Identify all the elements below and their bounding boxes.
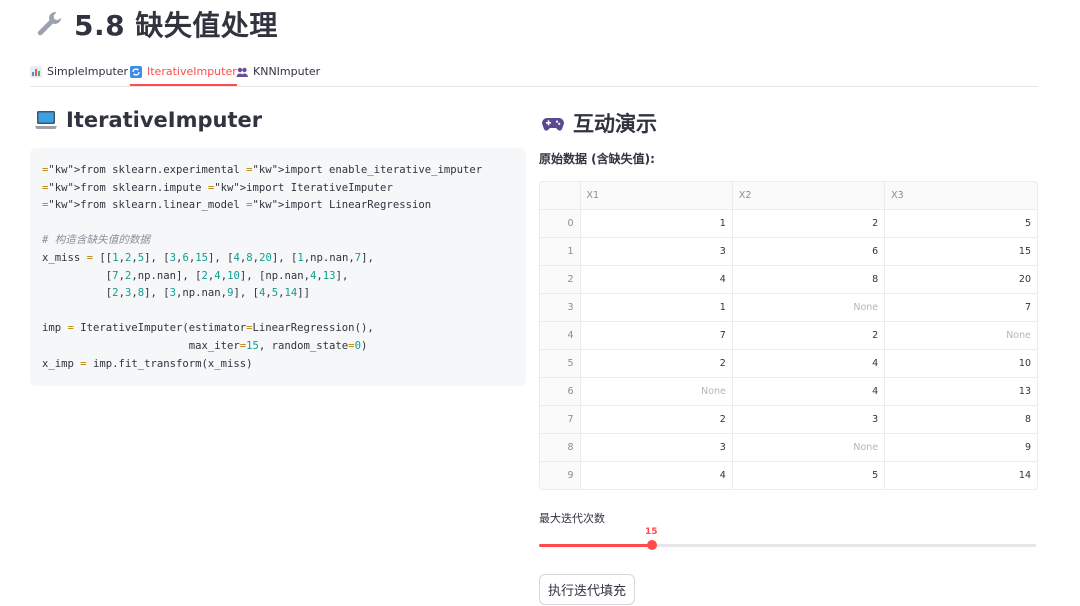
slider-handle[interactable] — [647, 540, 657, 550]
row-index: 3 — [540, 293, 581, 322]
table-cell[interactable]: 6 — [732, 237, 886, 266]
users-icon — [236, 67, 248, 77]
table-cell[interactable]: None — [732, 293, 886, 322]
table-cell[interactable]: 9 — [884, 433, 1037, 462]
tab-bar: SimpleImputer IterativeImputer KNNImpute… — [30, 58, 1038, 87]
row-index: 6 — [540, 377, 581, 406]
table-row: 8 3 None 9 — [540, 433, 1037, 462]
page-title: 5.8 缺失值处理 — [74, 9, 278, 42]
table-cell[interactable]: 10 — [884, 349, 1037, 378]
row-index: 8 — [540, 433, 581, 462]
tab-label: KNNImputer — [253, 65, 321, 78]
table-row: 3 1 None 7 — [540, 293, 1037, 322]
table-cell[interactable]: 4 — [580, 265, 733, 294]
table-cell[interactable]: 3 — [580, 433, 733, 462]
table-cell[interactable]: None — [884, 321, 1037, 350]
right-heading: 互动演示 — [541, 108, 657, 138]
table-cell[interactable]: None — [732, 433, 886, 462]
gamepad-icon — [542, 118, 564, 131]
slider-label: 最大迭代次数 — [539, 512, 605, 525]
tab-iterativeimputer[interactable]: IterativeImputer — [130, 58, 237, 86]
table-cell[interactable]: 2 — [732, 321, 886, 350]
tab-knnimputer[interactable]: KNNImputer — [236, 58, 320, 85]
bar-chart-icon — [30, 65, 42, 78]
table-cell[interactable]: 20 — [884, 265, 1037, 294]
max-iter-slider[interactable] — [539, 540, 1036, 550]
table-row: 7238 — [540, 405, 1037, 434]
table-cell[interactable]: 8 — [732, 265, 886, 294]
table-cell[interactable]: 5 — [732, 461, 886, 489]
table-row: 5 2 4 10 — [540, 349, 1037, 378]
tab-label: SimpleImputer — [47, 65, 129, 78]
section-title: IterativeImputer — [66, 108, 263, 132]
table-header-row: X1 X2 X3 — [540, 182, 1037, 210]
data-label: 原始数据 (含缺失值): — [539, 152, 655, 166]
refresh-icon — [130, 65, 142, 78]
slider-fill — [539, 544, 652, 547]
table-row: 1 3 6 15 — [540, 237, 1037, 266]
page-header: 5.8 缺失值处理 — [34, 4, 278, 44]
row-index: 2 — [540, 265, 581, 294]
row-index: 1 — [540, 237, 581, 266]
table-cell[interactable]: 7 — [580, 321, 733, 350]
table-cell[interactable]: 4 — [732, 377, 886, 406]
table-cell[interactable]: 4 — [580, 461, 733, 489]
table-cell[interactable]: 1 — [580, 293, 733, 322]
table-cell[interactable]: 15 — [884, 237, 1037, 266]
row-index: 5 — [540, 349, 581, 378]
code-text: ="kw">from sklearn.experimental ="kw">im… — [42, 164, 483, 370]
row-index: 9 — [540, 461, 581, 489]
table-row: 9 4 5 14 — [540, 461, 1037, 490]
table-cell[interactable]: 2 — [580, 349, 733, 378]
table-cell[interactable]: 4 — [732, 349, 886, 378]
slider-value: 15 — [645, 527, 658, 537]
column-header[interactable] — [540, 182, 581, 210]
data-table[interactable]: X1 X2 X3 0 1 2 5 1 3 6 15 2 4 8 20 3 1 None 7 4 7 2 None 5 2 4… — [539, 181, 1038, 490]
table-row: 6 None 4 13 — [540, 377, 1037, 406]
table-cell[interactable]: 14 — [885, 462, 1037, 490]
table-cell[interactable]: 2 — [732, 209, 886, 238]
section-title: 互动演示 — [573, 112, 657, 136]
table-cell[interactable]: 5 — [884, 209, 1037, 238]
table-cell[interactable]: 7 — [884, 293, 1037, 322]
wrench-icon — [37, 12, 61, 36]
laptop-icon — [35, 111, 57, 129]
row-index: 7 — [540, 405, 581, 434]
code-block: ="kw">from sklearn.experimental ="kw">im… — [30, 148, 526, 386]
table-cell[interactable]: 1 — [580, 209, 733, 238]
table-cell[interactable]: 3 — [732, 405, 886, 434]
tab-label: IterativeImputer — [147, 65, 237, 78]
row-index: 0 — [540, 209, 581, 238]
table-cell[interactable]: 2 — [580, 405, 733, 434]
table-cell[interactable]: None — [580, 377, 733, 406]
table-row: 0125 — [540, 209, 1037, 238]
run-imputation-button[interactable]: 执行迭代填充 — [539, 574, 635, 605]
tab-simpleimputer[interactable]: SimpleImputer — [30, 58, 128, 85]
table-cell[interactable]: 3 — [580, 237, 733, 266]
table-row: 2 4 8 20 — [540, 265, 1037, 294]
table-cell[interactable]: 8 — [884, 405, 1037, 434]
row-index: 4 — [540, 321, 581, 350]
column-header[interactable]: X3 — [884, 182, 1037, 210]
left-heading: IterativeImputer — [34, 108, 262, 132]
table-row: 4 7 2 None — [540, 321, 1037, 350]
column-header[interactable]: X1 — [580, 182, 733, 210]
column-header[interactable]: X2 — [732, 182, 886, 210]
table-cell[interactable]: 13 — [884, 377, 1037, 406]
